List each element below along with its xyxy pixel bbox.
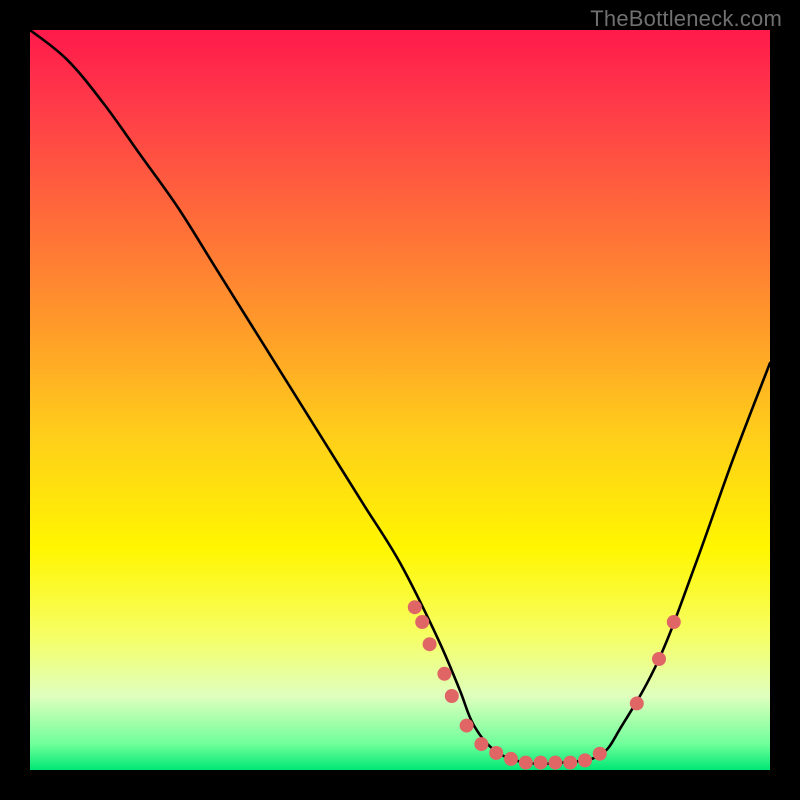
highlight-dot xyxy=(519,756,533,770)
highlight-dot xyxy=(578,753,592,767)
highlight-dot xyxy=(437,667,451,681)
highlight-dot xyxy=(630,696,644,710)
highlight-dot xyxy=(460,719,474,733)
highlight-dot xyxy=(423,637,437,651)
highlight-dot xyxy=(667,615,681,629)
highlight-dot xyxy=(534,756,548,770)
highlight-dot xyxy=(489,746,503,760)
plot-area xyxy=(30,30,770,770)
watermark-text: TheBottleneck.com xyxy=(590,6,782,32)
chart-container: TheBottleneck.com xyxy=(0,0,800,800)
highlight-dot xyxy=(445,689,459,703)
highlight-dot xyxy=(408,600,422,614)
highlight-dot xyxy=(563,756,577,770)
highlight-dot xyxy=(504,752,518,766)
chart-svg xyxy=(30,30,770,770)
highlight-dot xyxy=(415,615,429,629)
highlight-dot xyxy=(652,652,666,666)
highlight-dot xyxy=(593,747,607,761)
highlight-dot xyxy=(474,737,488,751)
highlight-dot xyxy=(548,756,562,770)
